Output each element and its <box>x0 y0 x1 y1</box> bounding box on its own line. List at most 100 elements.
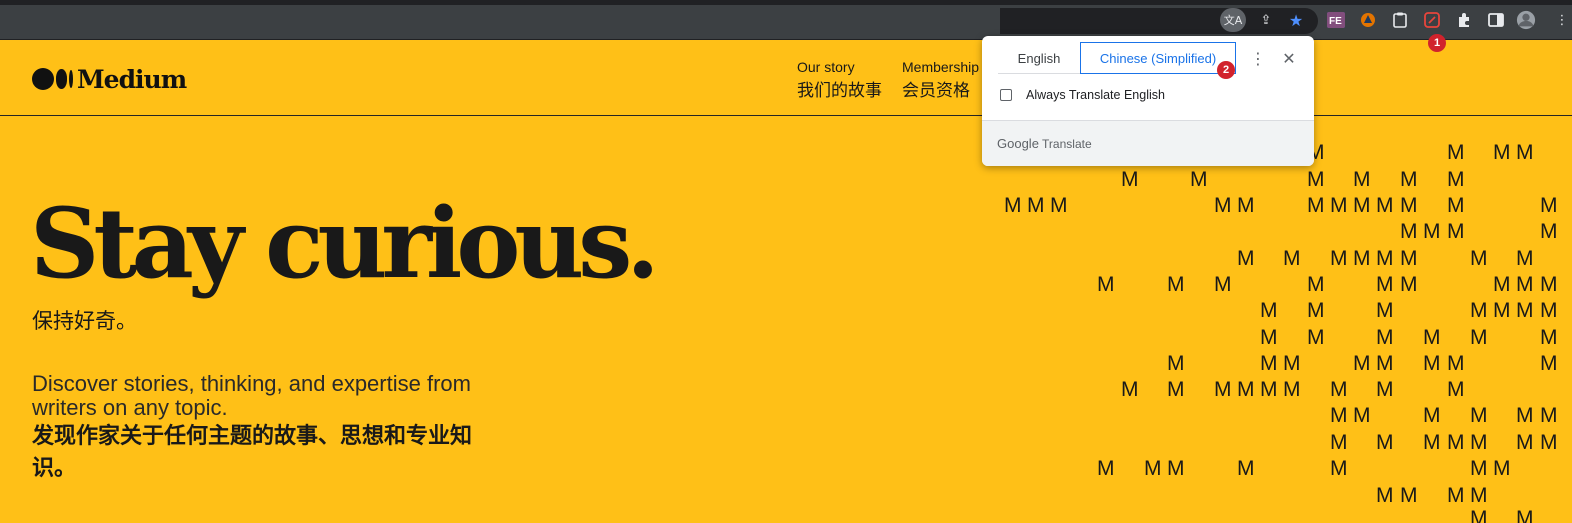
decorative-m: M <box>1376 378 1394 401</box>
decorative-m: M <box>1330 457 1348 480</box>
decorative-m: M <box>1307 326 1325 349</box>
decorative-m: M <box>1260 299 1278 322</box>
google-wordmark: Google <box>997 136 1039 151</box>
decorative-m: M <box>1330 247 1348 270</box>
decorative-m: M <box>1376 247 1394 270</box>
decorative-m: M <box>1447 168 1465 191</box>
decorative-m: M <box>1260 378 1278 401</box>
decorative-m: M <box>1097 273 1115 296</box>
decorative-m: M <box>1027 194 1045 217</box>
decorative-m: M <box>1260 326 1278 349</box>
decorative-m: M <box>1004 194 1022 217</box>
decorative-m: M <box>1260 352 1278 375</box>
decorative-m: M <box>1540 326 1558 349</box>
nav-label-en: Our story <box>797 59 855 75</box>
always-translate-checkbox[interactable] <box>1000 89 1012 101</box>
clipboard-icon[interactable] <box>1390 10 1410 30</box>
decorative-m: M <box>1376 326 1394 349</box>
decorative-m: M <box>1447 220 1465 243</box>
extension-orange-icon[interactable] <box>1358 10 1378 30</box>
tab-step-badge: 2 <box>1217 61 1235 79</box>
nav-label-zh: 我们的故事 <box>797 81 882 100</box>
decorative-m: M <box>1423 326 1441 349</box>
browser-toolbar: 文A ⇪ ★ FE 1 ⋮ <box>0 0 1572 52</box>
decorative-m: M <box>1447 141 1465 164</box>
popup-footer: Google Translate <box>982 120 1314 166</box>
decorative-m: M <box>1540 431 1558 454</box>
decorative-m: M <box>1447 352 1465 375</box>
bookmark-star-icon[interactable]: ★ <box>1286 10 1306 30</box>
extensions-puzzle-icon[interactable] <box>1454 10 1474 30</box>
extension-red-icon[interactable] <box>1422 10 1442 30</box>
decorative-m: M <box>1470 507 1488 523</box>
decorative-m: M <box>1307 194 1325 217</box>
decorative-m: M <box>1470 299 1488 322</box>
decorative-m: M <box>1423 352 1441 375</box>
hero-title-translation: 保持好奇。 <box>32 310 137 333</box>
share-icon[interactable]: ⇪ <box>1256 10 1276 30</box>
medium-logo[interactable]: Medium <box>32 64 187 94</box>
decorative-m: M <box>1516 404 1534 427</box>
site-header: Medium Our story 我们的故事 Membership 会员资格 <box>0 40 1572 116</box>
always-translate-option[interactable]: Always Translate English <box>1000 88 1165 102</box>
close-icon[interactable]: ✕ <box>1280 46 1298 70</box>
browser-menu-icon[interactable]: ⋮ <box>1552 10 1572 30</box>
side-panel-icon[interactable] <box>1486 10 1506 30</box>
decorative-m: M <box>1516 273 1534 296</box>
decorative-m: M <box>1470 431 1488 454</box>
hero-title: Stay curious. <box>30 187 660 300</box>
profile-avatar-icon[interactable] <box>1516 10 1536 30</box>
decorative-m: M <box>1423 220 1441 243</box>
decorative-m: M <box>1447 194 1465 217</box>
decorative-m: M <box>1423 404 1441 427</box>
google-translate-brand: Google Translate <box>997 136 1092 151</box>
decorative-m: M <box>1376 352 1394 375</box>
hero-subtitle-translation: 发现作家关于任何主题的故事、思想和专业知识。 <box>32 423 473 480</box>
always-translate-label: Always Translate English <box>1026 88 1165 102</box>
decorative-m: M <box>1540 220 1558 243</box>
tab-strip-edge <box>0 0 1572 5</box>
extension-fe-icon[interactable]: FE <box>1326 10 1346 30</box>
decorative-m: M <box>1470 404 1488 427</box>
decorative-m: M <box>1097 457 1115 480</box>
decorative-m: M <box>1516 299 1534 322</box>
decorative-m: M <box>1214 273 1232 296</box>
nav-label-zh: 会员资格 <box>902 81 970 100</box>
decorative-m: M <box>1516 431 1534 454</box>
decorative-m: M <box>1144 457 1162 480</box>
translate-wordmark: Translate <box>1042 137 1092 151</box>
decorative-m: M <box>1376 194 1394 217</box>
decorative-m: M <box>1190 168 1208 191</box>
decorative-m: M <box>1540 194 1558 217</box>
nav-our-story[interactable]: Our story 我们的故事 <box>797 59 882 101</box>
decorative-m: M <box>1470 326 1488 349</box>
decorative-m: M <box>1330 404 1348 427</box>
decorative-m: M <box>1400 168 1418 191</box>
decorative-m: M <box>1493 457 1511 480</box>
decorative-m: M <box>1353 168 1371 191</box>
decorative-m: M <box>1540 273 1558 296</box>
more-options-icon[interactable]: ⋮ <box>1250 46 1266 70</box>
tab-source-language[interactable]: English <box>998 42 1080 74</box>
decorative-m: M <box>1283 352 1301 375</box>
decorative-m: M <box>1353 194 1371 217</box>
tab-target-language[interactable]: Chinese (Simplified) <box>1080 42 1236 74</box>
decorative-m: M <box>1330 431 1348 454</box>
decorative-m: M <box>1470 247 1488 270</box>
decorative-m: M <box>1376 484 1394 507</box>
decorative-m: M <box>1376 273 1394 296</box>
decorative-m: M <box>1447 378 1465 401</box>
translate-icon[interactable]: 文A <box>1220 8 1246 32</box>
decorative-m: M <box>1516 247 1534 270</box>
decorative-m: M <box>1121 378 1139 401</box>
decorative-m: M <box>1376 299 1394 322</box>
decorative-m: M <box>1400 194 1418 217</box>
decorative-m: M <box>1237 247 1255 270</box>
decorative-m: M <box>1400 220 1418 243</box>
decorative-m: M <box>1283 378 1301 401</box>
decorative-m: M <box>1470 457 1488 480</box>
nav-membership[interactable]: Membership 会员资格 <box>902 59 979 101</box>
decorative-m: M <box>1237 457 1255 480</box>
decorative-m: M <box>1237 194 1255 217</box>
decorative-m: M <box>1470 484 1488 507</box>
